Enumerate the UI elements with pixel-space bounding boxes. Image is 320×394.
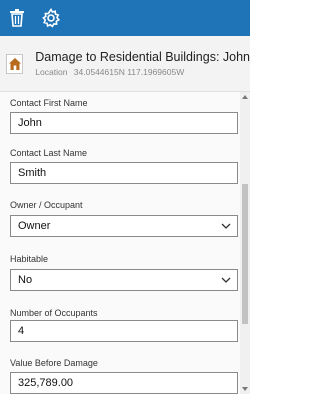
settings-button[interactable] [34,0,68,36]
scroll-up-arrow[interactable] [240,92,250,102]
attribute-form: Contact First Name John Contact Last Nam… [0,92,240,394]
chevron-up-icon [242,95,248,99]
occupants-value: 4 [18,325,25,337]
feature-header: Damage to Residential Buildings: John Lo… [0,36,250,92]
chevron-down-icon [215,223,237,229]
field-label-first-name: Contact First Name [10,98,88,108]
occupants-input[interactable]: 4 [10,320,238,342]
habitable-value: No [18,274,33,286]
gear-icon [42,8,61,28]
owner-occupant-value: Owner [18,220,51,232]
location-label: Location [35,67,68,77]
scroll-down-arrow[interactable] [240,384,250,394]
top-toolbar [0,0,250,36]
feature-title: Damage to Residential Buildings: John [35,50,250,64]
location-value: 34.0544615N 117.1969605W [73,67,185,77]
delete-button[interactable] [0,0,34,36]
scroll-thumb[interactable] [242,184,248,324]
chevron-down-icon [242,387,248,391]
chevron-down-icon [215,277,237,283]
habitable-select[interactable]: No [10,269,238,291]
owner-occupant-select[interactable]: Owner [10,215,238,237]
last-name-input[interactable]: Smith [10,162,238,184]
last-name-value: Smith [18,167,47,179]
form-scrollbar[interactable] [240,92,250,394]
first-name-input[interactable]: John [10,112,238,134]
value-before-damage-input[interactable]: 325,789.00 [10,372,238,394]
feature-location: Location 34.0544615N 117.1969605W [35,67,250,77]
first-name-value: John [18,117,42,129]
header-text: Damage to Residential Buildings: John Lo… [35,50,250,77]
field-label-value-before-damage: Value Before Damage [10,358,98,368]
field-label-occupants: Number of Occupants [10,308,98,318]
house-icon [8,57,21,70]
field-label-habitable: Habitable [10,254,49,264]
value-before-damage-value: 325,789.00 [18,377,74,389]
trash-icon [10,9,24,27]
feature-icon-box [6,53,24,74]
field-label-owner-occupant: Owner / Occupant [10,200,83,210]
field-label-last-name: Contact Last Name [10,148,88,158]
